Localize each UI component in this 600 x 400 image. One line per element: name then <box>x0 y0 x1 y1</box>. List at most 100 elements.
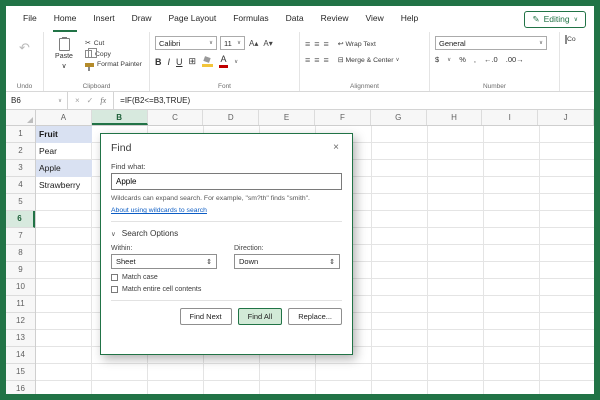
row-header-4[interactable]: 4 <box>6 177 35 194</box>
find-next-button[interactable]: Find Next <box>180 308 232 325</box>
find-what-input[interactable] <box>111 173 342 190</box>
close-icon[interactable]: × <box>330 142 342 153</box>
row-header-7[interactable]: 7 <box>6 228 35 245</box>
tab-review[interactable]: Review <box>320 6 350 32</box>
row-header-8[interactable]: 8 <box>6 245 35 262</box>
font-size-select[interactable]: 11 ∨ <box>220 36 245 50</box>
row-header-6[interactable]: 6 <box>6 211 35 228</box>
match-entire-cell-label: Match entire cell contents <box>122 286 201 293</box>
column-header-E[interactable]: E <box>259 110 315 125</box>
font-color-button[interactable]: A <box>219 55 228 68</box>
column-header-I[interactable]: I <box>482 110 538 125</box>
decrease-font-size-icon[interactable]: A▾ <box>262 39 273 48</box>
font-group-label: Font <box>150 83 299 90</box>
bold-button[interactable]: B <box>155 57 162 67</box>
name-box[interactable]: B6 ∨ <box>6 92 68 109</box>
align-right-icon[interactable]: ≡ <box>324 56 329 65</box>
format-painter-icon <box>85 63 94 67</box>
italic-button[interactable]: I <box>168 57 171 67</box>
align-middle-icon[interactable]: ≡ <box>314 40 319 49</box>
column-header-A[interactable]: A <box>36 110 92 125</box>
chevron-down-icon: ∨ <box>539 40 543 46</box>
undo-icon[interactable]: ↶ <box>19 40 30 79</box>
formula-input[interactable]: =IF(B2<=B3,TRUE) <box>114 92 190 109</box>
align-top-icon[interactable]: ≡ <box>305 40 310 49</box>
wildcards-help-link[interactable]: About using wildcards to search <box>111 207 207 214</box>
column-header-D[interactable]: D <box>203 110 259 125</box>
merge-center-button[interactable]: ⊟ Merge & Center ∨ <box>338 56 400 64</box>
row-header-2[interactable]: 2 <box>6 143 35 160</box>
percent-style-button[interactable]: % <box>459 55 466 64</box>
cell-A2[interactable]: Pear <box>36 143 92 160</box>
search-options-toggle[interactable]: ∨ Search Options <box>111 229 342 238</box>
tab-formulas[interactable]: Formulas <box>232 6 269 32</box>
chevron-down-icon: ∨ <box>58 98 62 104</box>
font-family-select[interactable]: Calibri ∨ <box>155 36 217 50</box>
tab-insert[interactable]: Insert <box>92 6 115 32</box>
cell-A1[interactable]: Fruit <box>36 126 92 143</box>
column-header-H[interactable]: H <box>427 110 483 125</box>
cell-A3[interactable]: Apple <box>36 160 92 177</box>
tab-home[interactable]: Home <box>53 6 78 32</box>
tab-page-layout[interactable]: Page Layout <box>168 6 218 32</box>
increase-decimal-button[interactable]: ←.0 <box>484 55 498 64</box>
format-painter-button[interactable]: Format Painter <box>85 61 142 68</box>
row-header-10[interactable]: 10 <box>6 279 35 296</box>
scissors-icon: ✂ <box>85 39 91 47</box>
column-header-G[interactable]: G <box>371 110 427 125</box>
chevron-down-icon: ∨ <box>111 230 116 238</box>
fill-color-button[interactable] <box>202 56 213 67</box>
enter-icon[interactable]: ✓ <box>87 96 94 105</box>
direction-select[interactable]: Down ⇕ <box>234 254 340 269</box>
ribbon: ↶ Undo Paste ∨ ✂ Cut Copy Forma <box>6 32 594 92</box>
insert-function-icon[interactable]: fx <box>100 96 106 105</box>
within-select[interactable]: Sheet ⇕ <box>111 254 217 269</box>
underline-button[interactable]: U <box>176 57 183 67</box>
decrease-decimal-button[interactable]: .00→ <box>506 55 524 64</box>
align-bottom-icon[interactable]: ≡ <box>324 40 329 49</box>
column-header-J[interactable]: J <box>538 110 594 125</box>
row-header-13[interactable]: 13 <box>6 330 35 347</box>
find-all-button[interactable]: Find All <box>238 308 283 325</box>
row-header-16[interactable]: 16 <box>6 381 35 398</box>
row-header-15[interactable]: 15 <box>6 364 35 381</box>
clipboard-icon <box>59 38 70 51</box>
tab-view[interactable]: View <box>365 6 385 32</box>
row-header-1[interactable]: 1 <box>6 126 35 143</box>
find-dialog: Find × Find what: Wildcards can expand s… <box>100 133 353 355</box>
conditional-formatting-group: Co <box>560 32 593 91</box>
align-center-icon[interactable]: ≡ <box>314 56 319 65</box>
row-header-11[interactable]: 11 <box>6 296 35 313</box>
editing-mode-button[interactable]: ✎ Editing ∨ <box>524 11 586 28</box>
column-header-B[interactable]: B <box>92 110 148 125</box>
cell-A4[interactable]: Strawberry <box>36 177 92 194</box>
accounting-format-button[interactable]: $ <box>435 55 439 64</box>
borders-button[interactable]: ⊞ <box>189 56 197 67</box>
tab-help[interactable]: Help <box>400 6 419 32</box>
match-entire-cell-checkbox[interactable] <box>111 286 118 293</box>
row-headers: 1 2 3 4 5 6 7 8 9 10 11 12 13 14 15 16 <box>6 126 36 394</box>
row-header-5[interactable]: 5 <box>6 194 35 211</box>
select-all-corner[interactable] <box>6 110 36 126</box>
pencil-icon: ✎ <box>532 14 539 25</box>
wrap-text-button[interactable]: ↩ Wrap Text <box>338 40 376 48</box>
replace-button[interactable]: Replace... <box>288 308 342 325</box>
align-left-icon[interactable]: ≡ <box>305 56 310 65</box>
paste-button[interactable]: Paste ∨ <box>49 36 79 79</box>
tab-draw[interactable]: Draw <box>131 6 153 32</box>
copy-button[interactable]: Copy <box>85 50 142 58</box>
column-header-C[interactable]: C <box>148 110 204 125</box>
column-header-F[interactable]: F <box>315 110 371 125</box>
number-format-select[interactable]: General ∨ <box>435 36 547 50</box>
comma-style-button[interactable]: , <box>474 55 476 64</box>
tab-data[interactable]: Data <box>285 6 305 32</box>
row-header-12[interactable]: 12 <box>6 313 35 330</box>
match-case-checkbox[interactable] <box>111 274 118 281</box>
cancel-icon[interactable]: × <box>75 96 80 105</box>
cut-button[interactable]: ✂ Cut <box>85 39 142 47</box>
row-header-3[interactable]: 3 <box>6 160 35 177</box>
increase-font-size-icon[interactable]: A▴ <box>248 39 259 48</box>
tab-file[interactable]: File <box>22 6 38 32</box>
row-header-14[interactable]: 14 <box>6 347 35 364</box>
row-header-9[interactable]: 9 <box>6 262 35 279</box>
